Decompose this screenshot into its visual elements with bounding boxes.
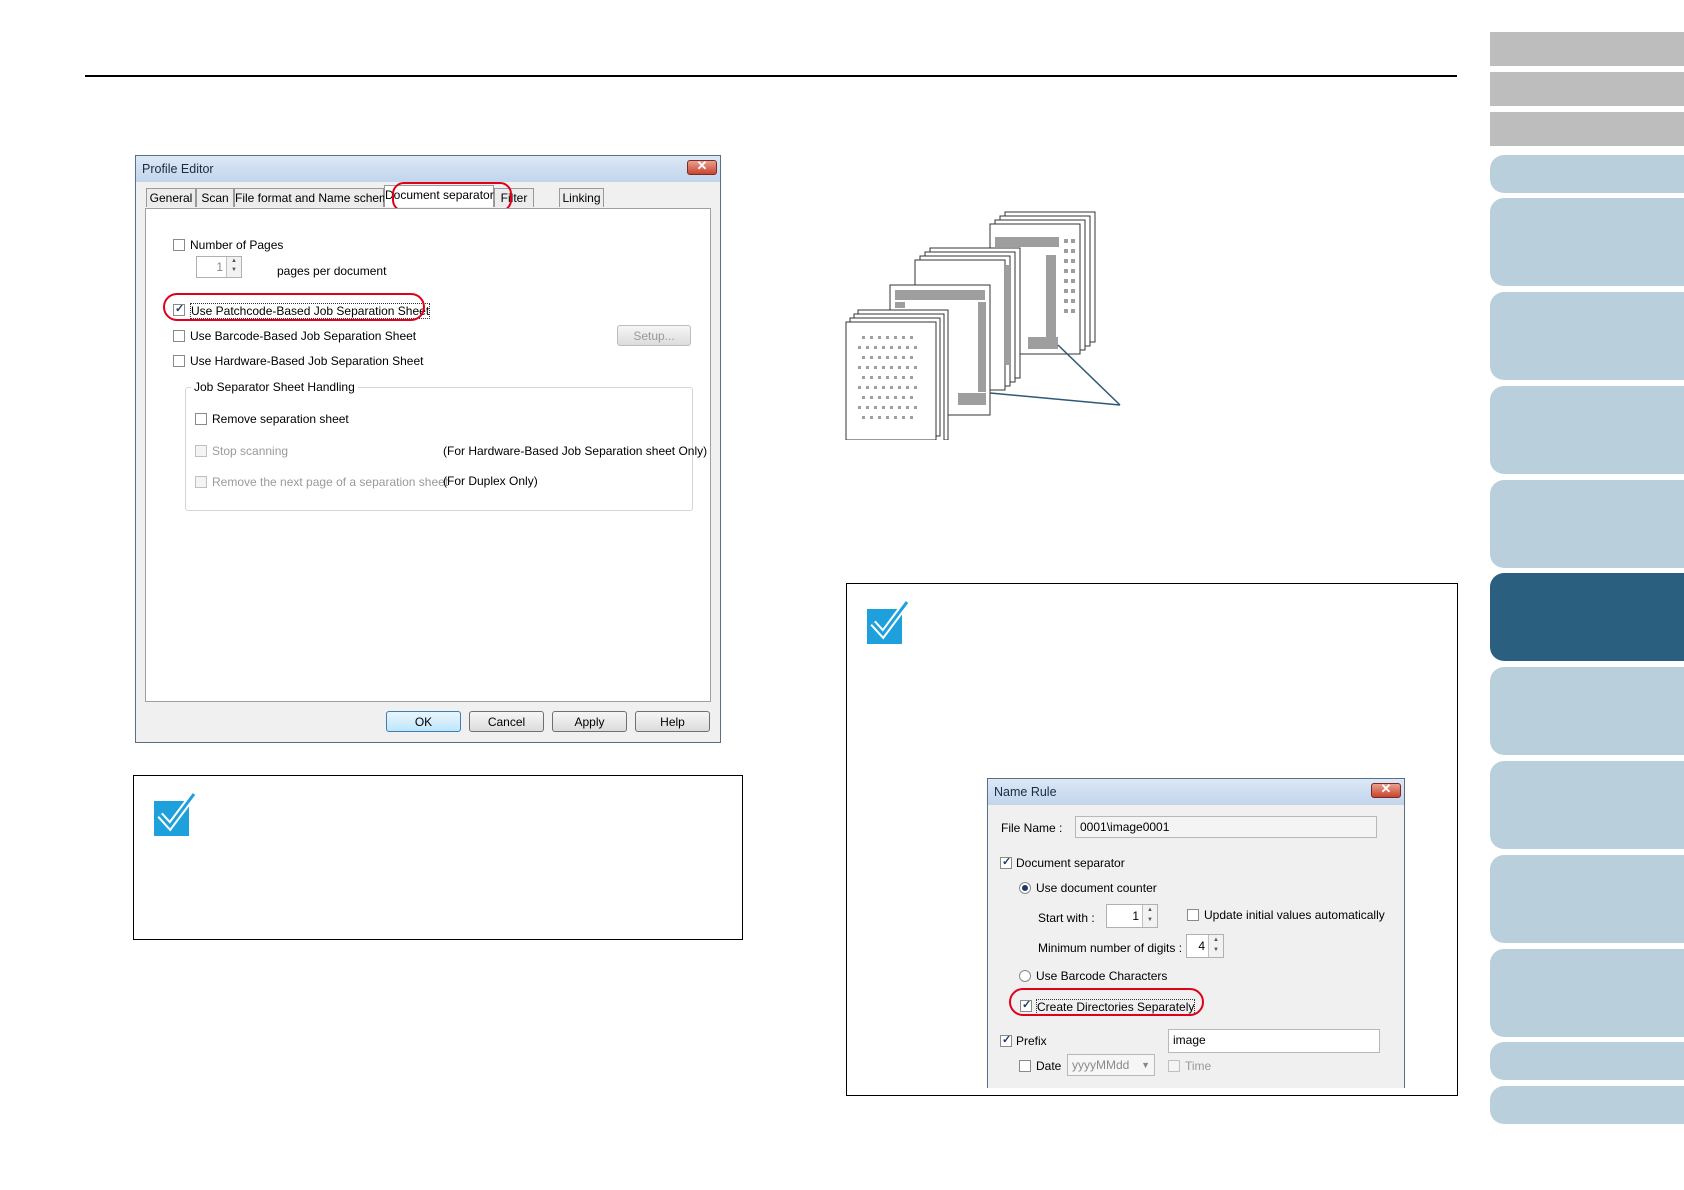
side-tab-10[interactable] (1490, 667, 1684, 755)
barcode-label: Use Barcode-Based Job Separation Sheet (190, 329, 417, 343)
side-tab-13[interactable] (1490, 949, 1684, 1037)
job-separation-illustration (845, 211, 1121, 440)
tab-scan[interactable]: Scan (196, 188, 234, 207)
hardware-checkbox[interactable] (173, 355, 185, 367)
pages-spinner[interactable]: 1 ▲ ▼ (196, 256, 242, 278)
name-rule-titlebar: Name Rule ✕ (988, 779, 1404, 805)
close-icon: ✕ (696, 158, 708, 173)
front-document-stack (845, 309, 949, 440)
tab-file-format[interactable]: File format and Name scheme (234, 188, 396, 207)
note-box-left (133, 775, 743, 940)
pages-value: 1 (216, 260, 223, 274)
side-tab-8[interactable] (1490, 480, 1684, 568)
number-of-pages-checkbox[interactable] (173, 239, 185, 251)
spin-arrows-icon[interactable]: ▲ ▼ (1208, 935, 1223, 957)
close-button[interactable]: ✕ (1371, 781, 1401, 798)
profile-editor-titlebar: Profile Editor ✕ (136, 156, 720, 182)
remove-next-checkbox[interactable] (195, 476, 207, 488)
profile-editor-dialog: Profile Editor ✕ General Scan File forma… (135, 155, 721, 743)
prefix-checkbox[interactable] (1000, 1033, 1012, 1047)
barcode-checkbox[interactable] (173, 330, 185, 342)
update-initial-checkbox[interactable] (1187, 909, 1199, 921)
use-barcode-radio[interactable] (1019, 970, 1031, 982)
min-digits-label: Minimum number of digits : (1038, 941, 1183, 955)
remove-sheet-label: Remove separation sheet (212, 412, 349, 426)
date-checkbox[interactable] (1019, 1060, 1031, 1072)
spin-arrows-icon[interactable]: ▲ ▼ (1142, 905, 1157, 927)
remove-next-note: (For Duplex Only) (443, 474, 538, 488)
highlight-create-dirs (1009, 988, 1204, 1016)
side-tab-6[interactable] (1490, 292, 1684, 380)
use-counter-radio[interactable] (1019, 882, 1031, 894)
pages-per-document-label: pages per document (277, 264, 387, 278)
close-button[interactable]: ✕ (687, 158, 717, 175)
close-icon: ✕ (1380, 781, 1392, 796)
time-checkbox[interactable] (1168, 1060, 1180, 1072)
prefix-field[interactable]: image (1168, 1029, 1380, 1053)
tab-general[interactable]: General (146, 188, 196, 207)
start-with-spinner[interactable]: 1 ▲ ▼ (1106, 904, 1158, 928)
dialog-title: Profile Editor (142, 162, 214, 176)
check-note-icon (154, 791, 197, 836)
side-tab-12[interactable] (1490, 855, 1684, 943)
number-of-pages-label: Number of Pages (190, 238, 284, 252)
start-with-value: 1 (1132, 909, 1139, 923)
cancel-button[interactable]: Cancel (469, 711, 544, 732)
side-tab-15[interactable] (1490, 1086, 1684, 1124)
name-rule-dialog: Name Rule ✕ File Name : 0001\image0001 D… (987, 778, 1405, 1088)
side-tab-1[interactable] (1490, 32, 1684, 66)
date-format-value: yyyyMMdd (1072, 1058, 1130, 1072)
help-button[interactable]: Help (635, 711, 710, 732)
update-initial-label: Update initial values automatically (1204, 908, 1385, 922)
tab-linking[interactable]: Linking (559, 188, 604, 207)
stop-scanning-checkbox[interactable] (195, 445, 207, 457)
ok-button[interactable]: OK (386, 711, 461, 732)
highlight-patchcode (163, 293, 425, 321)
remove-sheet-checkbox[interactable] (195, 413, 207, 425)
dropdown-arrow-icon[interactable]: ▼ (1141, 1055, 1150, 1075)
hardware-label: Use Hardware-Based Job Separation Sheet (190, 354, 424, 368)
use-barcode-label: Use Barcode Characters (1036, 969, 1168, 983)
use-counter-label: Use document counter (1036, 881, 1157, 895)
setup-button[interactable]: Setup... (617, 325, 691, 346)
min-digits-value: 4 (1198, 939, 1205, 953)
stop-scanning-note: (For Hardware-Based Job Separation sheet… (443, 444, 708, 458)
check-note-icon (867, 599, 910, 644)
side-tab-14[interactable] (1490, 1042, 1684, 1080)
min-digits-spinner[interactable]: 4 ▲ ▼ (1186, 934, 1224, 958)
note-box-right: Name Rule ✕ File Name : 0001\image0001 D… (846, 583, 1458, 1096)
file-name-field[interactable]: 0001\image0001 (1075, 816, 1377, 838)
dialog-title: Name Rule (994, 785, 1057, 799)
side-tab-7[interactable] (1490, 386, 1684, 474)
document-separator-label: Document separator (1016, 856, 1125, 870)
stop-scanning-label: Stop scanning (212, 444, 289, 458)
date-format-select[interactable]: yyyyMMdd ▼ (1067, 1054, 1155, 1076)
remove-next-label: Remove the next page of a separation she… (212, 475, 449, 489)
side-tab-3[interactable] (1490, 112, 1684, 146)
spin-arrows-icon[interactable]: ▲ ▼ (226, 257, 241, 277)
side-tab-5[interactable] (1490, 198, 1684, 286)
document-separator-checkbox[interactable] (1000, 855, 1012, 869)
prefix-label: Prefix (1016, 1034, 1047, 1048)
side-tab-4[interactable] (1490, 155, 1684, 193)
tab-panel: Number of Pages 1 ▲ ▼ pages per document … (145, 208, 711, 702)
start-with-label: Start with : (1038, 911, 1095, 925)
file-name-label: File Name : (1001, 821, 1063, 835)
apply-button[interactable]: Apply (552, 711, 627, 732)
date-label: Date (1036, 1059, 1062, 1073)
side-tab-2[interactable] (1490, 72, 1684, 106)
side-tab-active[interactable] (1490, 573, 1684, 661)
time-label: Time (1185, 1059, 1212, 1073)
header-rule (85, 75, 1457, 77)
side-tab-11[interactable] (1490, 761, 1684, 849)
group-label: Job Separator Sheet Handling (191, 380, 358, 394)
